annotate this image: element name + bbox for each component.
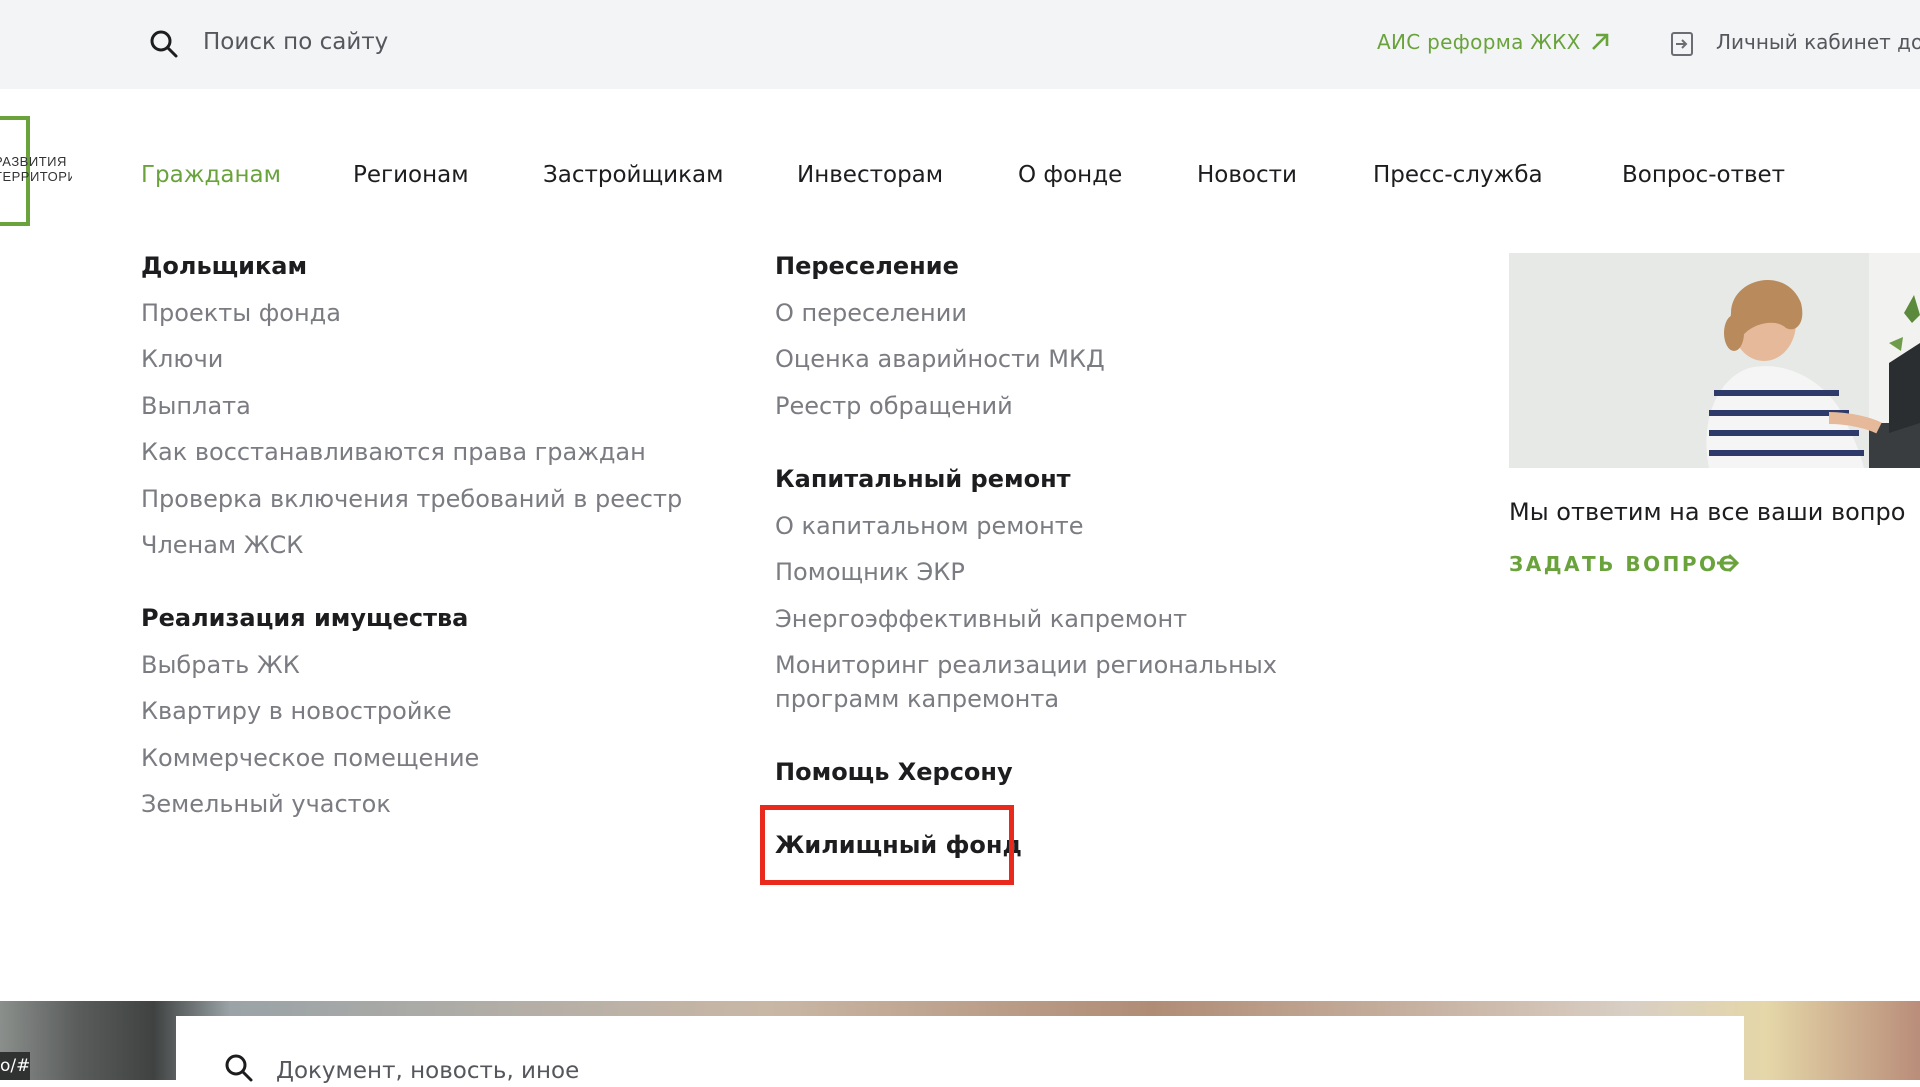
menu-link[interactable]: Помощник ЭКР bbox=[775, 558, 965, 586]
personal-account-link[interactable]: Личный кабинет дол bbox=[1716, 30, 1920, 54]
nav-item-news[interactable]: Новости bbox=[1197, 162, 1297, 188]
menu-link[interactable]: Проверка включения требований в реестр bbox=[141, 485, 682, 513]
external-arrow-icon bbox=[1588, 30, 1612, 54]
search-icon[interactable] bbox=[149, 29, 179, 59]
site-search-input[interactable]: Поиск по сайту bbox=[203, 29, 388, 55]
ask-question-button[interactable]: ЗАДАТЬ ВОПРОС bbox=[1509, 552, 1736, 576]
menu-link[interactable]: Как восстанавливаются права граждан bbox=[141, 438, 646, 466]
ais-reform-link[interactable]: АИС реформа ЖКХ bbox=[1377, 30, 1581, 54]
menu-link[interactable]: О переселении bbox=[775, 299, 967, 327]
menu-heading-shareholders[interactable]: Дольщикам bbox=[141, 252, 307, 280]
login-icon[interactable] bbox=[1670, 31, 1696, 57]
nav-item-developers[interactable]: Застройщикам bbox=[543, 162, 723, 188]
promo-image bbox=[1509, 253, 1920, 468]
menu-link[interactable]: Энергоэффективный капремонт bbox=[775, 605, 1187, 633]
menu-link[interactable]: Квартиру в новостройке bbox=[141, 697, 452, 725]
hero-search-input[interactable]: Документ, новость, иное bbox=[276, 1058, 579, 1084]
logo-text: РАЗВИТИЯ ТЕРРИТОРИЙ bbox=[0, 154, 72, 184]
nav-item-investors[interactable]: Инвесторам bbox=[797, 162, 943, 188]
menu-link[interactable]: Земельный участок bbox=[141, 790, 391, 818]
menu-link[interactable]: Мониторинг реализации региональных bbox=[775, 651, 1277, 679]
menu-link[interactable]: Реестр обращений bbox=[775, 392, 1013, 420]
menu-heading-property-sale[interactable]: Реализация имущества bbox=[141, 604, 468, 632]
menu-heading-resettlement[interactable]: Переселение bbox=[775, 252, 959, 280]
menu-heading-kherson-help[interactable]: Помощь Херсону bbox=[775, 758, 1013, 786]
logo-text-line1: РАЗВИТИЯ bbox=[0, 154, 67, 169]
promo-text: Мы ответим на все ваши вопро bbox=[1509, 498, 1906, 526]
logo-text-line2: ТЕРРИТОРИЙ bbox=[0, 169, 72, 184]
menu-link[interactable]: программ капремонта bbox=[775, 685, 1059, 713]
status-url-hint: o/# bbox=[0, 1052, 30, 1080]
menu-link[interactable]: Проекты фонда bbox=[141, 299, 341, 327]
menu-link[interactable]: Выплата bbox=[141, 392, 251, 420]
arrow-right-icon bbox=[1714, 551, 1742, 575]
menu-heading-housing-fund[interactable]: Жилищный фонд bbox=[775, 831, 1022, 859]
menu-link[interactable]: Ключи bbox=[141, 345, 223, 373]
search-icon[interactable] bbox=[224, 1053, 254, 1083]
menu-link[interactable]: Оценка аварийности МКД bbox=[775, 345, 1105, 373]
nav-item-citizens[interactable]: Гражданам bbox=[141, 162, 281, 188]
nav-item-faq[interactable]: Вопрос-ответ bbox=[1622, 162, 1785, 188]
top-bar: Поиск по сайту АИС реформа ЖКХ Личный ка… bbox=[0, 0, 1920, 89]
nav-item-press[interactable]: Пресс-служба bbox=[1373, 162, 1543, 188]
menu-heading-capital-repair[interactable]: Капитальный ремонт bbox=[775, 465, 1071, 493]
menu-link[interactable]: Выбрать ЖК bbox=[141, 651, 300, 679]
menu-link[interactable]: Членам ЖСК bbox=[141, 531, 303, 559]
nav-item-about[interactable]: О фонде bbox=[1018, 162, 1122, 188]
nav-item-regions[interactable]: Регионам bbox=[353, 162, 469, 188]
menu-link[interactable]: О капитальном ремонте bbox=[775, 512, 1084, 540]
menu-link[interactable]: Коммерческое помещение bbox=[141, 744, 479, 772]
